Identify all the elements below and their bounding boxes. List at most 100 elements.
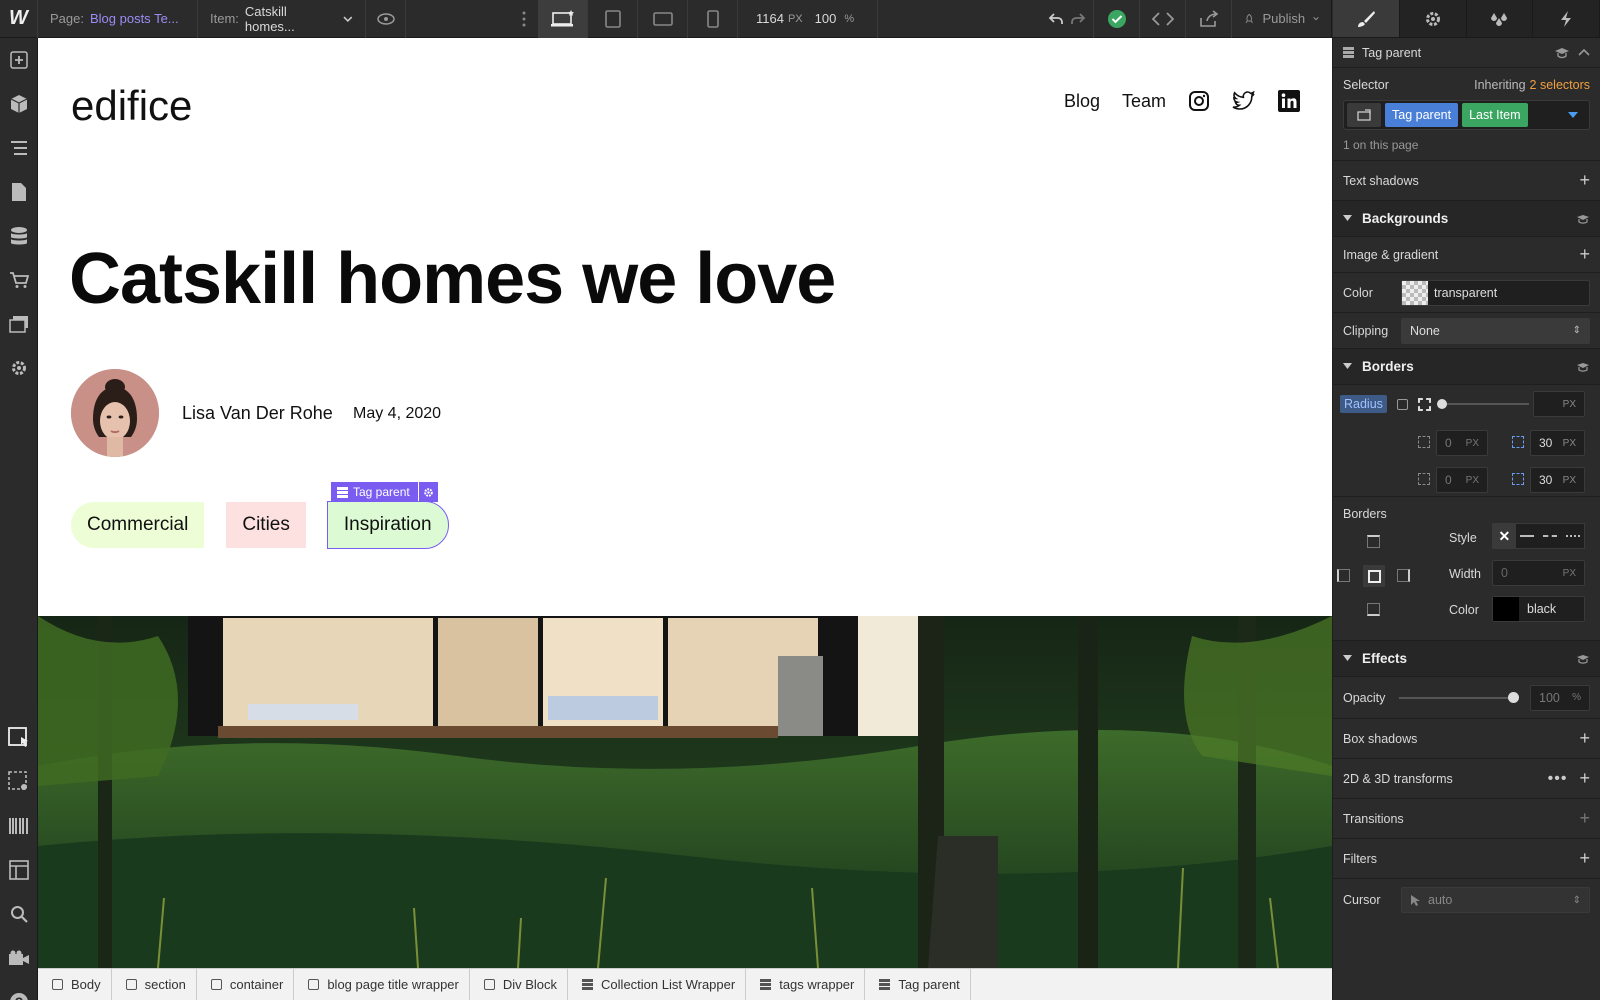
- search-icon[interactable]: [0, 892, 38, 936]
- ecommerce-cart-icon[interactable]: [0, 258, 38, 302]
- radius-all-input[interactable]: PX: [1533, 391, 1585, 417]
- selector-field[interactable]: Tag parent Last Item: [1343, 100, 1590, 130]
- style-brush-icon[interactable]: [1333, 0, 1400, 37]
- radius-bottom-right-input[interactable]: 30 PX: [1530, 467, 1585, 493]
- bg-color-field[interactable]: transparent: [1401, 279, 1590, 306]
- zoom-value[interactable]: 100: [815, 11, 837, 26]
- tag-commercial[interactable]: Commercial: [71, 502, 205, 548]
- add-text-shadow-icon[interactable]: +: [1579, 170, 1590, 191]
- border-color-field[interactable]: black: [1492, 596, 1585, 622]
- help-question-icon[interactable]: ?: [0, 980, 38, 1000]
- pages-icon[interactable]: [0, 170, 38, 214]
- add-box-shadow-icon[interactable]: +: [1579, 728, 1590, 749]
- radius-slider-thumb[interactable]: [1437, 399, 1447, 409]
- more-dots-icon[interactable]: [406, 0, 538, 38]
- border-style-dotted-icon[interactable]: [1561, 524, 1584, 548]
- effects-section-header[interactable]: Effects: [1333, 641, 1600, 677]
- page-selector[interactable]: Page: Blog posts Te...: [38, 0, 198, 38]
- author-name[interactable]: Lisa Van Der Rohe: [182, 403, 333, 424]
- border-right-icon[interactable]: [1397, 569, 1410, 582]
- add-transform-icon[interactable]: +: [1579, 768, 1590, 789]
- borders-section-header[interactable]: Borders: [1333, 349, 1600, 385]
- radius-all-icon[interactable]: [1397, 399, 1408, 410]
- border-width-input[interactable]: 0 PX: [1492, 560, 1585, 586]
- export-icon[interactable]: [1186, 0, 1232, 38]
- selected-element-badge[interactable]: Tag parent: [331, 482, 438, 502]
- backgrounds-section-header[interactable]: Backgrounds: [1333, 201, 1600, 237]
- border-bottom-icon[interactable]: [1367, 603, 1380, 616]
- add-transition-icon[interactable]: +: [1579, 808, 1590, 829]
- select-element-icon[interactable]: [0, 716, 38, 760]
- twitter-icon[interactable]: [1232, 91, 1256, 111]
- border-all-icon[interactable]: [1363, 565, 1385, 587]
- check-status-icon[interactable]: [1094, 0, 1140, 38]
- width-value[interactable]: 1164: [756, 11, 784, 26]
- tablet-breakpoint-icon[interactable]: [588, 0, 638, 38]
- publish-button[interactable]: Publish: [1232, 0, 1332, 38]
- help-cap-icon[interactable]: [1576, 362, 1590, 372]
- radius-label[interactable]: Radius: [1340, 395, 1387, 413]
- help-cap-icon[interactable]: [1554, 47, 1570, 59]
- breadcrumb-body[interactable]: Body: [38, 968, 112, 1000]
- interactions-bolt-icon[interactable]: [1533, 0, 1600, 37]
- radius-slider-track[interactable]: [1441, 403, 1529, 405]
- preview-eye-icon[interactable]: [366, 0, 406, 38]
- opacity-slider-track[interactable]: [1399, 697, 1513, 699]
- breadcrumb-collection-list-wrapper[interactable]: Collection List Wrapper: [568, 968, 747, 1000]
- radius-individual-icon[interactable]: [1418, 398, 1431, 411]
- webflow-logo-icon[interactable]: W: [0, 0, 38, 38]
- desktop-breakpoint-icon[interactable]: [538, 0, 588, 38]
- element-settings-gear-icon[interactable]: [418, 482, 438, 502]
- site-logo[interactable]: edifice: [71, 82, 192, 130]
- opacity-slider-thumb[interactable]: [1508, 692, 1519, 703]
- assets-images-icon[interactable]: [0, 302, 38, 346]
- breadcrumb-section[interactable]: section: [112, 968, 197, 1000]
- border-top-icon[interactable]: [1367, 535, 1380, 548]
- undo-icon[interactable]: [1048, 12, 1064, 26]
- item-selector[interactable]: Item: Catskill homes...: [198, 0, 366, 38]
- border-left-icon[interactable]: [1337, 569, 1350, 582]
- border-style-solid-icon[interactable]: [1516, 524, 1539, 548]
- post-title[interactable]: Catskill homes we love: [69, 238, 836, 320]
- tag-inspiration[interactable]: Inspiration: [326, 501, 449, 549]
- mobile-portrait-icon[interactable]: [688, 0, 738, 38]
- code-icon[interactable]: [1140, 0, 1186, 38]
- nav-team-link[interactable]: Team: [1122, 91, 1166, 112]
- redo-icon[interactable]: [1070, 12, 1086, 26]
- border-style-none-icon[interactable]: ✕: [1493, 524, 1516, 548]
- video-tutorials-icon[interactable]: [0, 936, 38, 980]
- border-style-dashed-icon[interactable]: [1539, 524, 1562, 548]
- breadcrumb-title-wrapper[interactable]: blog page title wrapper: [294, 968, 470, 1000]
- nav-blog-link[interactable]: Blog: [1064, 91, 1100, 112]
- add-panel-icon[interactable]: [0, 38, 38, 82]
- preview-select-icon[interactable]: [0, 760, 38, 804]
- help-cap-icon[interactable]: [1576, 214, 1590, 224]
- add-background-icon[interactable]: +: [1579, 244, 1590, 265]
- tag-cities[interactable]: Cities: [226, 502, 306, 548]
- collapse-chevron-icon[interactable]: [1578, 48, 1590, 57]
- style-manager-drops-icon[interactable]: [1467, 0, 1534, 37]
- transform-options-dots-icon[interactable]: •••: [1548, 770, 1568, 788]
- layout-template-icon[interactable]: [0, 848, 38, 892]
- help-cap-icon[interactable]: [1576, 654, 1590, 664]
- symbols-cube-icon[interactable]: [0, 82, 38, 126]
- radius-top-left-input[interactable]: 0 PX: [1436, 430, 1488, 456]
- breadcrumb-tag-parent[interactable]: Tag parent: [865, 968, 971, 1000]
- color-swatch[interactable]: [1402, 280, 1428, 305]
- mobile-landscape-icon[interactable]: [638, 0, 688, 38]
- instagram-icon[interactable]: [1188, 90, 1210, 112]
- selector-chip-tag-parent[interactable]: Tag parent: [1385, 103, 1459, 127]
- audit-barcode-icon[interactable]: [0, 804, 38, 848]
- selector-chip-last-item[interactable]: Last Item: [1462, 103, 1528, 127]
- selector-state-icon[interactable]: [1347, 103, 1381, 127]
- element-settings-icon[interactable]: [1400, 0, 1467, 37]
- cms-database-icon[interactable]: [0, 214, 38, 258]
- cursor-select[interactable]: auto ⇕: [1401, 887, 1590, 913]
- inheriting-selectors-link[interactable]: 2 selectors: [1530, 78, 1590, 92]
- selector-dropdown-icon[interactable]: [1568, 111, 1578, 119]
- breadcrumb-container[interactable]: container: [197, 968, 295, 1000]
- opacity-input[interactable]: 100%: [1530, 684, 1590, 711]
- color-swatch[interactable]: [1493, 597, 1519, 621]
- radius-bottom-left-input[interactable]: 0 PX: [1436, 467, 1488, 493]
- radius-top-right-input[interactable]: 30 PX: [1530, 430, 1585, 456]
